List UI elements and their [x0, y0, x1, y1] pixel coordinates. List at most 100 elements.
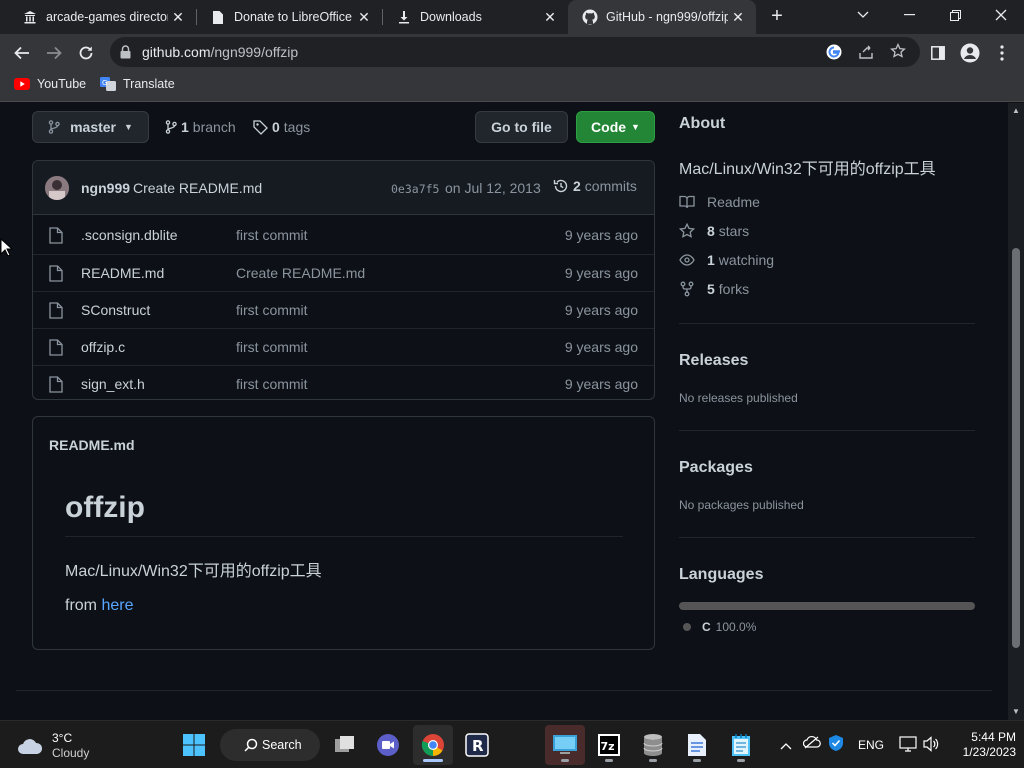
- commit-date: on Jul 12, 2013: [445, 180, 541, 196]
- commits-link[interactable]: 2 commits: [553, 178, 637, 194]
- lock-icon[interactable]: [120, 45, 131, 64]
- chrome-icon[interactable]: [417, 729, 449, 761]
- table-row[interactable]: README.md Create README.md 9 years ago: [33, 254, 654, 291]
- file-commit-message[interactable]: Create README.md: [236, 265, 365, 281]
- bookmark-star-icon[interactable]: [890, 42, 906, 64]
- close-window-button[interactable]: [978, 0, 1024, 30]
- tab-donate-libreoffice[interactable]: Donate to LibreOffice | ✕: [196, 0, 382, 34]
- google-icon[interactable]: [826, 44, 842, 65]
- readme-link[interactable]: Readme: [679, 194, 760, 210]
- windows-start-icon[interactable]: [178, 729, 210, 761]
- table-row[interactable]: offzip.c first commit 9 years ago: [33, 328, 654, 365]
- scrollbar-thumb[interactable]: [1012, 248, 1020, 648]
- table-row[interactable]: sign_ext.h first commit 9 years ago: [33, 365, 654, 399]
- scroll-up-icon[interactable]: ▲: [1012, 106, 1020, 115]
- packages-heading[interactable]: Packages: [679, 459, 753, 477]
- commit-message[interactable]: Create README.md: [133, 180, 262, 196]
- go-to-file-button[interactable]: Go to file: [475, 111, 568, 143]
- task-view-icon[interactable]: [329, 729, 361, 761]
- tab-search-chevron-down-icon[interactable]: [840, 0, 886, 30]
- branch-select-button[interactable]: master ▼: [32, 111, 149, 143]
- profile-avatar-icon[interactable]: [956, 39, 984, 67]
- clock[interactable]: 5:44 PM 1/23/2023: [946, 730, 1016, 760]
- readme-here-link[interactable]: here: [101, 597, 133, 614]
- address-bar[interactable]: github.com/ngn999/offzip: [110, 37, 920, 67]
- chevron-up-icon[interactable]: [780, 737, 792, 755]
- watching-link[interactable]: 1 watching: [679, 252, 774, 268]
- onedrive-cloud-icon[interactable]: [802, 735, 821, 754]
- table-row[interactable]: SConstruct first commit 9 years ago: [33, 291, 654, 328]
- close-tab-icon[interactable]: ✕: [354, 9, 374, 26]
- file-age: 9 years ago: [564, 265, 638, 281]
- bookmark-label: YouTube: [37, 77, 87, 91]
- bookmark-youtube[interactable]: YouTube: [14, 77, 86, 91]
- file-age: 9 years ago: [564, 376, 638, 392]
- forks-link[interactable]: 5 forks: [679, 281, 749, 297]
- file-name[interactable]: offzip.c: [81, 339, 125, 355]
- tab-arcade-games[interactable]: arcade-games directory ✕: [8, 0, 196, 34]
- r-app-icon[interactable]: R: [461, 729, 493, 761]
- avatar[interactable]: [45, 176, 69, 200]
- reload-button[interactable]: [72, 39, 100, 67]
- file-name[interactable]: README.md: [81, 265, 164, 281]
- language-item-c[interactable]: C 100.0%: [683, 620, 756, 634]
- new-tab-button[interactable]: +: [766, 6, 788, 28]
- sidebar-divider: [679, 430, 975, 431]
- readme-from-text: from: [65, 597, 97, 614]
- releases-heading[interactable]: Releases: [679, 352, 748, 370]
- readme-description: Mac/Linux/Win32下可用的offzip工具: [65, 563, 322, 580]
- scroll-down-icon[interactable]: ▼: [1012, 707, 1020, 716]
- readme-filename[interactable]: README.md: [49, 437, 135, 453]
- share-icon[interactable]: [858, 44, 874, 65]
- text-document-icon[interactable]: [681, 729, 713, 761]
- commit-author[interactable]: ngn999: [81, 180, 130, 196]
- code-button[interactable]: Code ▼: [576, 111, 655, 143]
- back-button[interactable]: [8, 39, 36, 67]
- database-icon[interactable]: [637, 729, 669, 761]
- security-shield-icon[interactable]: [828, 734, 844, 757]
- weather-widget[interactable]: 3°C Cloudy: [16, 731, 89, 761]
- display-icon[interactable]: [899, 736, 917, 757]
- taskbar-search[interactable]: Search: [220, 729, 320, 761]
- remote-desktop-icon[interactable]: [549, 729, 581, 761]
- table-row[interactable]: .sconsign.dblite first commit 9 years ag…: [33, 217, 654, 254]
- 7zip-icon[interactable]: 7z: [593, 729, 625, 761]
- branch-name: master: [70, 119, 116, 135]
- kebab-menu-icon[interactable]: [988, 39, 1016, 67]
- tags-link[interactable]: 0 tags: [253, 119, 310, 135]
- readme-from-line: from here: [65, 597, 133, 615]
- bookmarks-bar: YouTube G Translate: [0, 71, 1024, 102]
- mouse-cursor-icon: [0, 238, 14, 257]
- meet-video-icon[interactable]: [372, 729, 404, 761]
- minimize-button[interactable]: [886, 0, 932, 30]
- file-commit-message[interactable]: first commit: [236, 227, 308, 243]
- side-panel-icon[interactable]: [924, 39, 952, 67]
- tag-icon: [253, 119, 268, 135]
- file-commit-message[interactable]: first commit: [236, 339, 308, 355]
- svg-text:G: G: [102, 79, 107, 87]
- bookmark-translate[interactable]: G Translate: [100, 77, 175, 91]
- tab-github-offzip[interactable]: GitHub - ngn999/offzip ✕: [568, 0, 756, 34]
- file-commit-message[interactable]: first commit: [236, 376, 308, 392]
- close-tab-icon[interactable]: ✕: [168, 9, 188, 26]
- search-label: Search: [262, 738, 302, 752]
- tab-title: Donate to LibreOffice |: [234, 10, 354, 24]
- notepad-icon[interactable]: [725, 729, 757, 761]
- sidebar-divider: [679, 537, 975, 538]
- commit-hash[interactable]: 0e3a7f5: [391, 182, 439, 196]
- forward-button[interactable]: [40, 39, 68, 67]
- file-name[interactable]: .sconsign.dblite: [81, 227, 178, 243]
- close-tab-icon[interactable]: ✕: [540, 9, 560, 26]
- tab-downloads[interactable]: Downloads ✕: [382, 0, 568, 34]
- page-scrollbar[interactable]: ▲ ▼: [1008, 103, 1024, 720]
- weather-desc: Cloudy: [52, 746, 90, 760]
- file-name[interactable]: SConstruct: [81, 302, 150, 318]
- file-commit-message[interactable]: first commit: [236, 302, 308, 318]
- stars-link[interactable]: 8 stars: [679, 223, 749, 239]
- language-indicator[interactable]: ENG: [858, 738, 884, 752]
- volume-icon[interactable]: [922, 736, 940, 757]
- close-tab-icon[interactable]: ✕: [728, 9, 748, 26]
- branches-link[interactable]: 1 branch: [165, 119, 236, 135]
- file-name[interactable]: sign_ext.h: [81, 376, 145, 392]
- restore-button[interactable]: [932, 0, 978, 30]
